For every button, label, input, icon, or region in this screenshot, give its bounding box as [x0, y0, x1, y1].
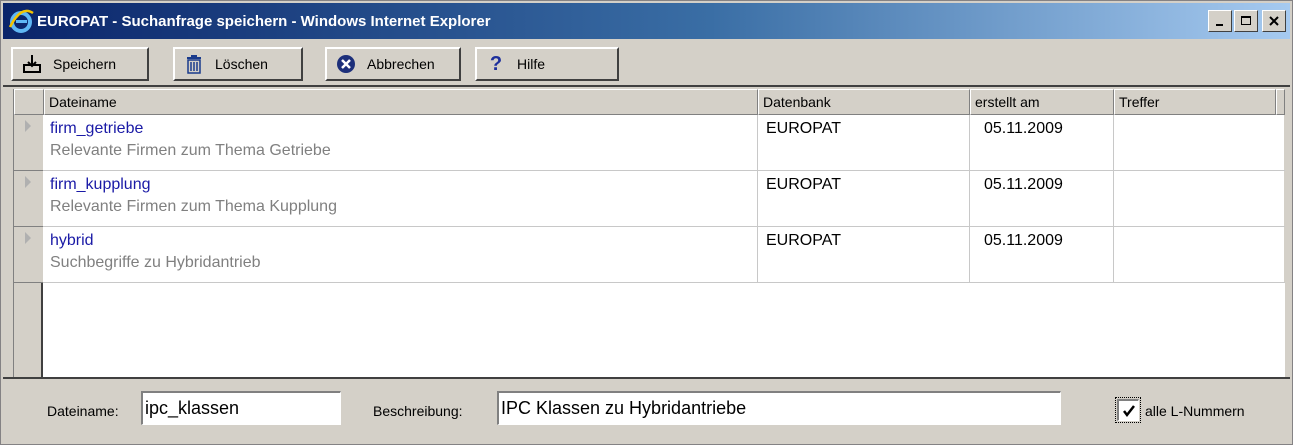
- minimize-icon: [1216, 24, 1223, 26]
- cancel-button-label: Abbrechen: [367, 56, 435, 72]
- hits-cell: [1114, 115, 1285, 171]
- header-gutter: [14, 89, 44, 115]
- database-cell: EUROPAT: [758, 171, 970, 227]
- delete-button-label: Löschen: [215, 56, 268, 72]
- window-controls: [1208, 10, 1286, 32]
- help-icon: ?: [489, 52, 503, 75]
- date-cell: 05.11.2009: [970, 115, 1114, 171]
- filename-input[interactable]: ipc_klassen: [141, 391, 341, 425]
- database-cell: EUROPAT: [758, 227, 970, 283]
- close-icon: [1269, 16, 1279, 26]
- query-filename: hybrid: [50, 232, 94, 249]
- row-pointer-icon: [25, 232, 31, 244]
- date-cell: 05.11.2009: [970, 227, 1114, 283]
- minimize-button[interactable]: [1208, 10, 1232, 32]
- row-pointer-icon: [25, 120, 31, 132]
- browser-window: EUROPAT - Suchanfrage speichern - Window…: [0, 0, 1293, 445]
- save-button-label: Speichern: [53, 56, 117, 72]
- table-empty-area: [14, 283, 1285, 377]
- maximize-icon: [1241, 16, 1251, 25]
- query-description: Suchbegriffe zu Hybridantrieb: [50, 254, 261, 271]
- column-header-hits[interactable]: Treffer: [1114, 89, 1276, 115]
- date-cell: 05.11.2009: [970, 171, 1114, 227]
- hits-cell: [1114, 227, 1285, 283]
- filename-cell: hybrid Suchbegriffe zu Hybridantrieb: [44, 227, 758, 283]
- cancel-icon: [335, 53, 357, 75]
- save-icon: [21, 53, 43, 75]
- column-header-database[interactable]: Datenbank: [758, 89, 970, 115]
- table-row[interactable]: firm_getriebe Relevante Firmen zum Thema…: [14, 115, 1285, 171]
- query-description: Relevante Firmen zum Thema Kupplung: [50, 198, 337, 215]
- saved-queries-table: Dateiname Datenbank erstellt am Treffer …: [13, 89, 1285, 377]
- table-header: Dateiname Datenbank erstellt am Treffer: [14, 89, 1285, 115]
- description-label: Beschreibung:: [373, 403, 463, 419]
- internet-explorer-icon: [8, 9, 34, 33]
- trash-icon: [183, 53, 205, 75]
- delete-button[interactable]: Löschen: [173, 47, 303, 81]
- hits-cell: [1114, 171, 1285, 227]
- column-header-created[interactable]: erstellt am: [970, 89, 1114, 115]
- close-button[interactable]: [1262, 10, 1286, 32]
- query-filename: firm_getriebe: [50, 120, 144, 137]
- query-filename: firm_kupplung: [50, 176, 151, 193]
- help-button[interactable]: ? Hilfe: [475, 47, 619, 81]
- table-row[interactable]: hybrid Suchbegriffe zu Hybridantrieb EUR…: [14, 227, 1285, 283]
- query-description: Relevante Firmen zum Thema Getriebe: [50, 142, 331, 159]
- description-input[interactable]: IPC Klassen zu Hybridantriebe: [497, 391, 1061, 425]
- filename-cell: firm_getriebe Relevante Firmen zum Thema…: [44, 115, 758, 171]
- checkmark-icon: [1122, 404, 1135, 417]
- toolbar: Speichern Löschen Abbrechen ? Hilfe: [3, 41, 1290, 87]
- maximize-button[interactable]: [1234, 10, 1258, 32]
- database-cell: EUROPAT: [758, 115, 970, 171]
- help-button-label: Hilfe: [517, 56, 546, 72]
- column-header-filename[interactable]: Dateiname: [44, 89, 758, 115]
- empty-row-gutter: [14, 283, 43, 377]
- row-selector[interactable]: [14, 115, 43, 171]
- all-l-numbers-checkbox[interactable]: [1115, 397, 1141, 423]
- row-selector[interactable]: [14, 171, 43, 227]
- save-button[interactable]: Speichern: [11, 47, 149, 81]
- all-l-numbers-label: alle L-Nummern: [1145, 403, 1245, 419]
- row-selector[interactable]: [14, 227, 43, 283]
- save-form: Dateiname: ipc_klassen Beschreibung: IPC…: [3, 377, 1290, 443]
- window-title: EUROPAT - Suchanfrage speichern - Window…: [37, 12, 491, 30]
- header-filler: [1276, 89, 1285, 115]
- cancel-button[interactable]: Abbrechen: [325, 47, 461, 81]
- filename-label: Dateiname:: [47, 403, 119, 419]
- title-bar[interactable]: EUROPAT - Suchanfrage speichern - Window…: [3, 3, 1290, 39]
- row-pointer-icon: [25, 176, 31, 188]
- filename-cell: firm_kupplung Relevante Firmen zum Thema…: [44, 171, 758, 227]
- table-row[interactable]: firm_kupplung Relevante Firmen zum Thema…: [14, 171, 1285, 227]
